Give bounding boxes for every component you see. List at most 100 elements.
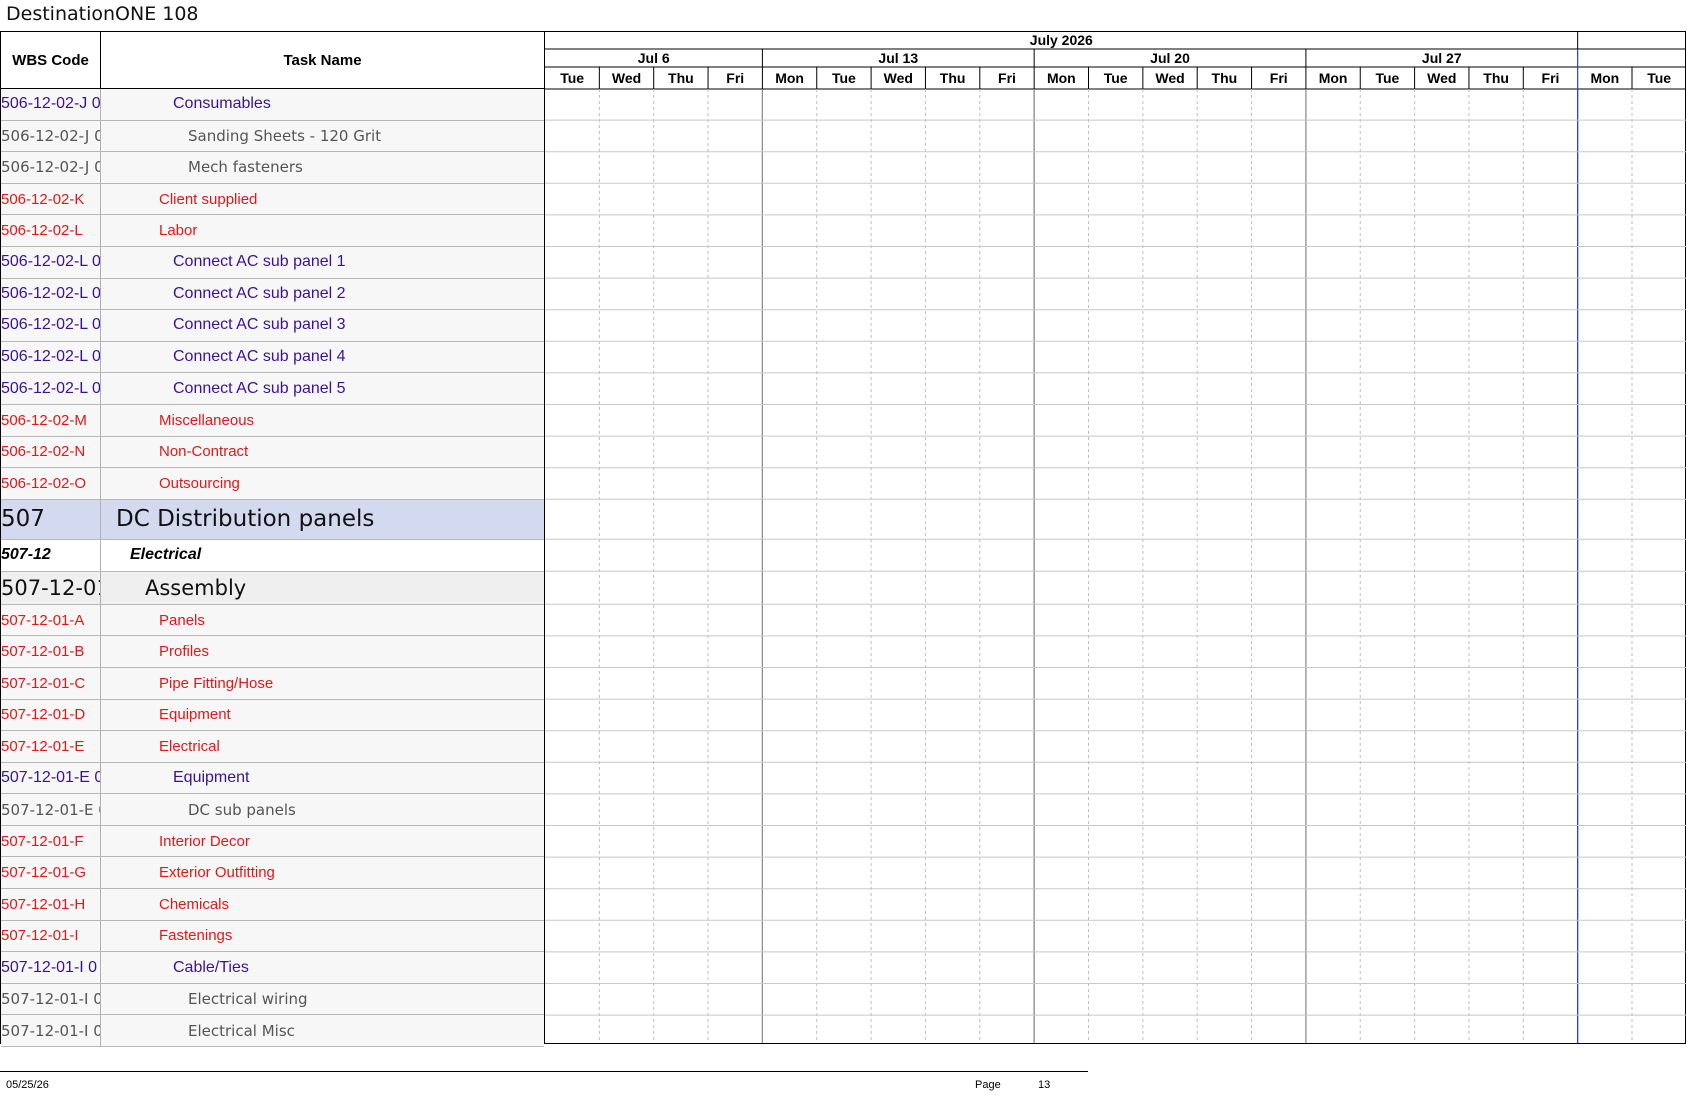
table-row[interactable]: 507-12-01-I 01 Electrical Misc (1, 1015, 544, 1048)
table-row[interactable]: 507-12-01-F Interior Decor (1, 825, 544, 858)
document-title: DestinationONE 108 (6, 3, 199, 25)
task-name-cell: Consumables (173, 95, 271, 113)
task-name-cell: Miscellaneous (159, 411, 255, 429)
day-label: Mon (1590, 70, 1619, 86)
task-name-cell: Electrical Misc (188, 1021, 295, 1040)
task-name-cell: DC Distribution panels (116, 506, 375, 533)
wbs-code-cell: 507-12-01-E 0 (1, 762, 101, 794)
table-row[interactable]: 507-12-01-G Exterior Outfitting (1, 857, 544, 890)
task-name-cell: DC sub panels (188, 800, 296, 819)
table-row[interactable]: 506-12-02-L Labor (1, 215, 544, 247)
task-name-cell: Assembly (145, 575, 247, 600)
table-row[interactable]: 507-12-01-C Pipe Fitting/Hose (1, 667, 544, 700)
task-name-cell: Labor (159, 222, 198, 240)
table-row[interactable]: 506-12-02-L 0 Connect AC sub panel 5 (1, 373, 544, 405)
table-row[interactable]: 506-12-02-L 0 Connect AC sub panel 3 (1, 310, 544, 342)
task-name-cell: Client supplied (159, 190, 258, 208)
wbs-code-cell: 506-12-02-J 0 (1, 89, 101, 120)
timeline-pane: July 2026 Jul 6 Tue Wed Thu Fri Jul 13 Mon Tue We… (545, 32, 1686, 1043)
table-row[interactable]: 507-12-01-I 01 Electrical wiring (1, 983, 544, 1016)
wbs-code-cell: 507-12-01-I 0 (1, 952, 101, 983)
task-name-cell: Connect AC sub panel 1 (173, 253, 346, 271)
wbs-code-cell: 507-12-01 (1, 571, 101, 604)
day-label: Tue (1647, 70, 1671, 86)
table-row[interactable]: 506-12-02-L 0 Connect AC sub panel 1 (1, 246, 544, 279)
wbs-code-cell: 507-12-01-E 0 (1, 794, 101, 825)
task-name-cell: Equipment (173, 768, 250, 786)
week-label: Jul 20 (1150, 50, 1190, 66)
wbs-code-cell: 507-12-01-I (1, 920, 101, 952)
task-name-cell: Mech fasteners (188, 158, 303, 177)
wbs-code-cell: 506-12-02-L 0 (1, 310, 101, 341)
task-name-cell: Cable/Ties (173, 958, 249, 976)
day-label: Fri (1542, 70, 1560, 86)
table-row[interactable]: 506-12-02-M Miscellaneous (1, 404, 544, 437)
footer-date: 05/25/26 (6, 1079, 49, 1091)
task-table: 506-12-02-J 0 Consumables 506-12-02-J 01 Sa… (1, 89, 544, 1048)
day-label: Thu (940, 70, 966, 86)
day-label: Thu (1483, 70, 1509, 86)
wbs-code-cell: 507 (1, 499, 101, 539)
table-row[interactable]: 507-12 Electrical (1, 539, 544, 572)
task-name-cell: Outsourcing (159, 474, 240, 492)
table-row[interactable]: 506-12-02-J 0 Consumables (1, 89, 544, 121)
task-name-cell: Electrical (130, 546, 202, 564)
timeline-grid: July 2026 Jul 6 Tue Wed Thu Fri Jul 13 Mon Tue We… (545, 32, 1686, 1043)
table-row[interactable]: 507-12-01-I Fastenings (1, 920, 544, 953)
table-row[interactable]: 506-12-02-O Outsourcing (1, 468, 544, 500)
table-row[interactable]: 507-12-01-E 0 DC sub panels (1, 794, 544, 826)
day-label: Wed (1427, 70, 1456, 86)
table-row[interactable]: 507-12-01-H Chemicals (1, 889, 544, 921)
wbs-code-cell: 507-12-01-I 01 (1, 983, 101, 1015)
task-name-cell: Interior Decor (159, 832, 250, 850)
table-row[interactable]: 506-12-02-K Client supplied (1, 183, 544, 216)
wbs-code-cell: 506-12-02-L 0 (1, 246, 101, 278)
table-row[interactable]: 507-12-01 Assembly (1, 571, 544, 605)
day-label: Thu (668, 70, 694, 86)
table-header: WBS Code Task Name (1, 32, 544, 89)
week-label: Jul 6 (638, 50, 670, 66)
table-row[interactable]: 507-12-01-A Panels (1, 604, 544, 637)
table-row[interactable]: 506-12-02-J 01 Sanding Sheets - 120 Grit (1, 120, 544, 153)
wbs-code-cell: 506-12-02-J 01 (1, 152, 101, 183)
table-row[interactable]: 507-12-01-B Profiles (1, 636, 544, 668)
wbs-code-cell: 506-12-02-L 0 (1, 278, 101, 310)
gantt-sheet: WBS Code Task Name 506-12-02-J 0 Consumab… (0, 31, 1686, 1048)
wbs-code-cell: 507-12 (1, 539, 101, 571)
table-row[interactable]: 507-12-01-I 0 Cable/Ties (1, 952, 544, 984)
wbs-code-cell: 506-12-02-K (1, 183, 101, 215)
table-row[interactable]: 506-12-02-L 0 Connect AC sub panel 2 (1, 278, 544, 311)
footer-page-number: 13 (1038, 1079, 1051, 1091)
week-label: Jul 27 (1422, 50, 1462, 66)
wbs-code-cell: 507-12-01-F (1, 825, 101, 857)
table-row[interactable]: 507-12-01-E Electrical (1, 731, 544, 763)
wbs-code-cell: 507-12-01-C (1, 667, 101, 699)
task-name-header[interactable]: Task Name (101, 32, 544, 88)
table-row[interactable]: 507 DC Distribution panels (1, 499, 544, 540)
task-name-cell: Connect AC sub panel 5 (173, 379, 346, 397)
task-name-cell: Chemicals (159, 895, 230, 913)
wbs-code-cell: 506-12-02-L 0 (1, 341, 101, 373)
week-label: Jul 13 (878, 50, 918, 66)
table-row[interactable]: 507-12-01-D Equipment (1, 699, 544, 732)
day-label: Tue (832, 70, 856, 86)
wbs-code-cell: 507-12-01-G (1, 857, 101, 889)
day-label: Tue (1104, 70, 1128, 86)
table-row[interactable]: 506-12-02-N Non-Contract (1, 436, 544, 469)
day-label: Tue (560, 70, 584, 86)
day-label: Mon (775, 70, 804, 86)
table-row[interactable]: 506-12-02-L 0 Connect AC sub panel 4 (1, 341, 544, 374)
wbs-code-header[interactable]: WBS Code (1, 32, 101, 88)
day-label: Tue (1375, 70, 1399, 86)
wbs-code-cell: 506-12-02-O (1, 468, 101, 499)
day-label: Wed (884, 70, 913, 86)
task-name-cell: Connect AC sub panel 3 (173, 316, 346, 334)
wbs-code-cell: 506-12-02-N (1, 436, 101, 468)
day-label: Fri (998, 70, 1016, 86)
task-name-cell: Exterior Outfitting (159, 864, 275, 882)
wbs-code-cell: 507-12-01-D (1, 699, 101, 731)
table-row[interactable]: 507-12-01-E 0 Equipment (1, 762, 544, 795)
table-row[interactable]: 506-12-02-J 01 Mech fasteners (1, 152, 544, 184)
wbs-code-cell: 507-12-01-E (1, 731, 101, 762)
task-name-cell: Non-Contract (159, 443, 249, 461)
